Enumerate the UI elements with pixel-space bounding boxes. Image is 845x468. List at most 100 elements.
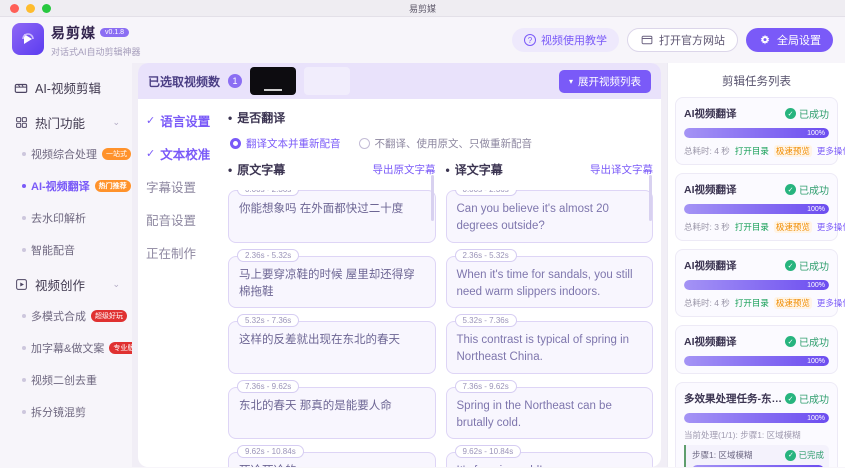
task-card: AI视频翻译 ✓ 已成功 100% 总耗时: 4 秒 打开目录 极速预览 更多操… [675,97,838,165]
grid-icon [14,116,28,130]
gear-icon [758,33,772,47]
sidebar-item-multimode-compose[interactable]: 多模式合成 超级好玩 [12,300,122,332]
quick-preview-link[interactable]: 极速预览 [774,145,812,157]
open-directory-link[interactable]: 打开目录 [735,221,769,233]
sidebar-item-label: 视频综合处理 [31,146,97,162]
quick-preview-link[interactable]: 极速预览 [774,297,812,309]
success-check-icon: ✓ [785,108,796,119]
subtitle-row: 2.36s - 5.32s 马上要穿凉鞋的时候 屋里却还得穿棉拖鞋 2.36s … [228,256,653,309]
task-status: ✓ 已成功 [785,334,829,349]
expand-video-list-label: 展开视频列表 [578,74,641,89]
more-actions-dropdown[interactable]: 更多操作⌄ [817,221,845,233]
header-actions: ? 视频使用教学 打开官方网站 全局设置 [512,28,833,52]
sidebar-item-watermark-removal[interactable]: 去水印解析 [12,202,122,234]
step-subtitle-settings[interactable]: 字幕设置 [146,177,228,196]
target-subtitle-card[interactable]: 5.32s - 7.36s This contrast is typical o… [446,321,654,374]
source-subtitle-text[interactable]: 东北的春天 那真的是能要人命 [239,398,425,415]
source-subtitle-text[interactable]: 这样的反差就出现在东北的春天 [239,332,425,349]
sidebar-item-ai-video-clip[interactable]: AI-视频剪辑 [12,71,122,104]
sidebar-item-subtitle-copywriting[interactable]: 加字幕&做文案 专业版 [12,332,122,364]
target-subtitle-card[interactable]: 9.62s - 10.84s It's freezing cold! [446,452,654,467]
step-language-settings[interactable]: ✓ 语言设置 [146,111,228,130]
open-directory-link[interactable]: 打开目录 [735,297,769,309]
sidebar-item-label: 视频二创去重 [31,372,97,388]
source-subtitle-text[interactable]: 马上要穿凉鞋的时候 屋里却还得穿棉拖鞋 [239,267,425,302]
current-step-line: 当前处理(1/1): 步骤1: 区域模糊 [684,429,829,441]
official-website-button[interactable]: 打开官方网站 [627,28,738,52]
target-subtitle-text[interactable]: Spring in the Northeast can be brutally … [457,398,643,433]
task-elapsed: 总耗时: 4 秒 [684,297,730,309]
time-range-badge: 5.32s - 7.36s [455,314,517,327]
step-text-proofread[interactable]: ✓ 文本校准 [146,144,228,163]
success-check-icon: ✓ [785,184,796,195]
video-thumbnail[interactable] [250,67,296,95]
more-actions-dropdown[interactable]: 更多操作⌄ [817,297,845,309]
target-subtitle-text[interactable]: When it's time for sandals, you still ne… [457,267,643,302]
task-name: 多效果处理任务-东北的春天 [684,391,785,406]
target-subtitle-text[interactable]: This contrast is typical of spring in No… [457,332,643,367]
tutorial-button-label: 视频使用教学 [541,32,607,48]
target-subtitle-text[interactable]: It's freezing cold! [457,463,643,467]
step-dubbing-settings[interactable]: 配音设置 [146,210,228,229]
source-subtitle-card[interactable]: 5.32s - 7.36s 这样的反差就出现在东北的春天 [228,321,436,374]
sidebar-item-smart-dubbing[interactable]: 智能配音 [12,234,122,266]
clapperboard-icon [14,81,28,95]
tutorial-button[interactable]: ? 视频使用教学 [512,28,619,52]
export-source-subtitles-link[interactable]: 导出原文字幕 [373,162,436,177]
more-actions-dropdown[interactable]: 更多操作⌄ [817,145,845,157]
source-subtitle-card[interactable]: 9.62s - 10.84s 死冷死冷的 [228,452,436,467]
target-subtitle-card[interactable]: 0.00s - 2.36s Can you believe it's almos… [446,190,654,243]
task-progress-value: 100% [807,130,825,137]
target-subtitle-card[interactable]: 2.36s - 5.32s When it's time for sandals… [446,256,654,309]
sidebar-item-label: 去水印解析 [31,210,86,226]
source-subtitle-card[interactable]: 7.36s - 9.62s 东北的春天 那真的是能要人命 [228,387,436,440]
chevron-down-icon[interactable]: ⌄ [112,117,120,128]
sidebar-section-hot-features[interactable]: 热门功能 ⌄ [12,104,122,138]
global-settings-button-label: 全局设置 [777,32,821,48]
sidebar: AI-视频剪辑 热门功能 ⌄ 视频综合处理 一站式 AI-视频翻译 热门推 [0,63,132,467]
item-dot-icon [22,346,26,350]
quick-preview-link[interactable]: 极速预览 [774,221,812,233]
source-subtitle-card[interactable]: 2.36s - 5.32s 马上要穿凉鞋的时候 屋里却还得穿棉拖鞋 [228,256,436,309]
sidebar-section-label: 热门功能 [35,113,85,132]
time-range-badge: 7.36s - 9.62s [237,380,299,393]
source-subtitle-text[interactable]: 你能想象吗 在外面都快过二十度 [239,201,425,218]
global-settings-button[interactable]: 全局设置 [746,28,833,52]
sidebar-item-shot-split-mix[interactable]: 拆分镜混剪 [12,396,122,428]
time-range-badge: 2.36s - 5.32s [455,249,517,262]
play-square-icon [14,278,28,292]
sidebar-item-ai-video-translate[interactable]: AI-视频翻译 热门推荐 [12,170,122,202]
check-icon: ✓ [146,114,155,127]
chevron-down-icon[interactable]: ⌄ [112,279,120,290]
sidebar-item-video-processing[interactable]: 视频综合处理 一站式 [12,138,122,170]
sidebar-item-video-dedup[interactable]: 视频二创去重 [12,364,122,396]
task-status-label: 已成功 [799,182,829,197]
step-label: 字幕设置 [146,177,196,196]
step-label: 文本校准 [160,144,210,163]
more-actions-label: 更多操作 [817,298,845,308]
target-subtitle-text[interactable]: Can you believe it's almost 20 degrees o… [457,201,643,236]
export-target-subtitles-link[interactable]: 导出译文字幕 [590,162,653,177]
radio-translate-and-redub[interactable]: 翻译文本并重新配音 [230,136,341,151]
target-subtitle-card[interactable]: 7.36s - 9.62s Spring in the Northeast ca… [446,387,654,440]
source-column-scrollbar[interactable] [431,175,434,221]
item-dot-icon [22,248,26,252]
sidebar-item-label: AI-视频翻译 [31,178,90,194]
radio-no-translate-redub-only[interactable]: 不翻译、使用原文、只做重新配音 [359,136,533,151]
source-subtitle-text[interactable]: 死冷死冷的 [239,463,425,467]
task-status-label: 已成功 [799,258,829,273]
sidebar-section-video-creation[interactable]: 视频创作 ⌄ [12,266,122,300]
open-directory-link[interactable]: 打开目录 [735,145,769,157]
official-website-button-label: 打开官方网站 [659,32,725,48]
task-step-box: 步骤1: 区域模糊 ✓ 已完成 100% [684,445,829,467]
expand-video-list-button[interactable]: ▾ 展开视频列表 [559,70,651,93]
step-status-label: 已完成 [798,449,824,461]
target-column-scrollbar[interactable] [649,175,652,221]
source-subtitle-card[interactable]: 0.00s - 2.36s 你能想象吗 在外面都快过二十度 [228,190,436,243]
success-check-icon: ✓ [785,260,796,271]
time-range-badge: 0.00s - 2.36s [237,190,299,196]
step-producing[interactable]: 正在制作 [146,243,228,262]
task-elapsed: 总耗时: 4 秒 [684,145,730,157]
subtitle-row: 5.32s - 7.36s 这样的反差就出现在东北的春天 5.32s - 7.3… [228,321,653,374]
success-check-icon: ✓ [785,336,796,347]
